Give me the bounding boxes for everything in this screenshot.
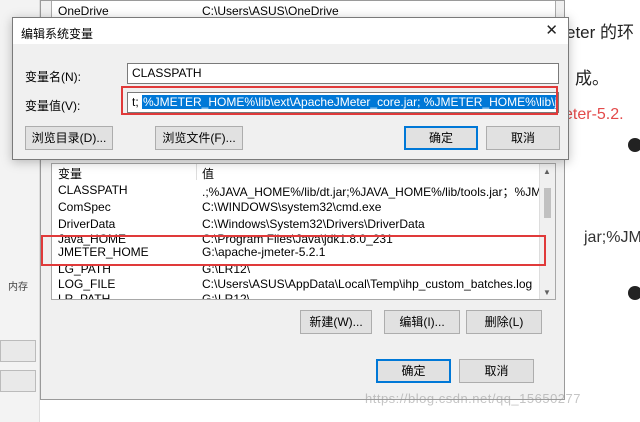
article-dot-1 bbox=[628, 138, 640, 152]
var-value: C:\Windows\System32\Drivers\DriverData bbox=[202, 217, 425, 231]
article-text-4: jar;%JMET bbox=[584, 229, 640, 246]
header-value[interactable]: 值 bbox=[202, 165, 214, 182]
annotation-box-variable-value bbox=[121, 86, 558, 115]
scroll-up-icon[interactable]: ▲ bbox=[543, 167, 551, 176]
edit-ok-button[interactable]: 确定 bbox=[404, 126, 478, 150]
var-name: DriverData bbox=[58, 217, 116, 231]
left-button-2[interactable] bbox=[0, 370, 36, 392]
scroll-down-icon[interactable]: ▼ bbox=[543, 288, 551, 297]
edit-cancel-button[interactable]: 取消 bbox=[486, 126, 560, 150]
var-value: G:\LR12\ bbox=[202, 292, 251, 300]
article-text-3: eter-5.2. bbox=[564, 106, 624, 123]
user-var-name: OneDrive bbox=[58, 4, 109, 18]
list-scrollbar[interactable]: ▲ ▼ bbox=[539, 164, 555, 299]
var-name: CLASSPATH bbox=[58, 183, 128, 197]
scroll-thumb[interactable] bbox=[544, 188, 551, 218]
var-name: LOG_FILE bbox=[58, 277, 116, 291]
var-value: C:\WINDOWS\system32\cmd.exe bbox=[202, 200, 382, 214]
variable-name-value: CLASSPATH bbox=[132, 66, 202, 80]
header-variable[interactable]: 变量 bbox=[58, 165, 82, 182]
browse-directory-button[interactable]: 浏览目录(D)... bbox=[25, 126, 113, 150]
env-ok-button[interactable]: 确定 bbox=[376, 359, 451, 383]
left-tag: 内存 bbox=[8, 282, 28, 293]
browse-file-button[interactable]: 浏览文件(F)... bbox=[155, 126, 243, 150]
table-row[interactable]: ComSpec C:\WINDOWS\system32\cmd.exe bbox=[52, 198, 540, 215]
dialog-title: 编辑系统变量 bbox=[21, 27, 94, 41]
var-name: LR_PATH bbox=[58, 292, 111, 300]
system-variables-list[interactable]: 变量 值 CLASSPATH .;%JAVA_HOME%/lib/dt.jar;… bbox=[51, 163, 556, 300]
watermark: https://blog.csdn.net/qq_15650277 bbox=[365, 391, 581, 406]
env-cancel-button[interactable]: 取消 bbox=[459, 359, 534, 383]
left-button-1[interactable] bbox=[0, 340, 36, 362]
edit-button[interactable]: 编辑(I)... bbox=[384, 310, 460, 334]
article-text-2: 成。 bbox=[575, 69, 609, 88]
user-var-value: C:\Users\ASUS\OneDrive bbox=[202, 4, 339, 18]
list-header: 变量 值 bbox=[52, 164, 542, 182]
close-icon[interactable]: ✕ bbox=[545, 21, 558, 39]
var-name: ComSpec bbox=[58, 200, 111, 214]
var-value: C:\Users\ASUS\AppData\Local\Temp\ihp_cus… bbox=[202, 277, 533, 291]
article-text-1: eter 的环 bbox=[566, 23, 635, 42]
table-row[interactable]: LR_PATH G:\LR12\ bbox=[52, 290, 540, 300]
variable-name-label: 变量名(N): bbox=[25, 70, 81, 84]
header-separator bbox=[196, 164, 197, 180]
table-row[interactable]: CLASSPATH .;%JAVA_HOME%/lib/dt.jar;%JAVA… bbox=[52, 181, 555, 199]
article-dot-2 bbox=[628, 286, 640, 300]
dialog-titlebar[interactable]: 编辑系统变量 ✕ bbox=[13, 18, 568, 44]
new-button[interactable]: 新建(W)... bbox=[300, 310, 372, 334]
variable-name-input[interactable]: CLASSPATH bbox=[127, 63, 559, 84]
annotation-box-jmeter-home bbox=[41, 235, 546, 266]
delete-button[interactable]: 删除(L) bbox=[466, 310, 542, 334]
variable-value-label: 变量值(V): bbox=[25, 99, 81, 113]
